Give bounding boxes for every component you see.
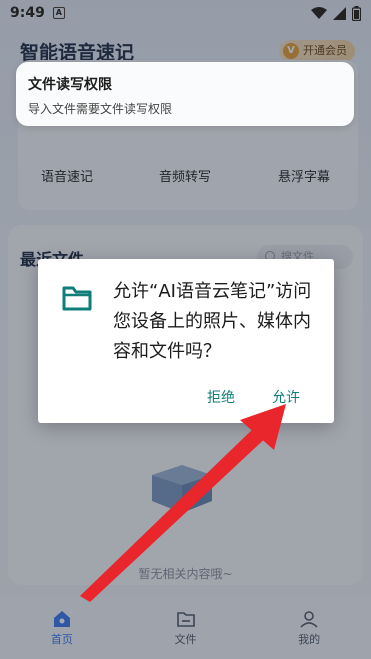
dialog-message: 允许“AI语音云笔记”访问您设备上的照片、媒体内容和文件吗？: [113, 281, 312, 362]
status-bar: 9:49 A: [0, 0, 371, 26]
permission-title: 文件读写权限: [28, 77, 112, 93]
wifi-icon: [311, 7, 327, 19]
deny-button[interactable]: 拒绝: [203, 385, 239, 409]
permission-description: 导入文件需要文件读写权限: [28, 102, 173, 116]
status-indicators: [311, 5, 361, 21]
battery-icon: [352, 5, 361, 21]
permission-dialog: 允许“AI语音云笔记”访问您设备上的照片、媒体内容和文件吗？ 拒绝 允许: [38, 259, 334, 423]
signal-icon: [333, 6, 346, 20]
notification-icon: A: [52, 7, 65, 19]
permission-explanation-toast: 文件读写权限 导入文件需要文件读写权限: [16, 62, 354, 126]
folder-icon: [62, 286, 92, 311]
status-time: 9:49: [10, 5, 45, 21]
allow-button[interactable]: 允许: [268, 385, 304, 409]
